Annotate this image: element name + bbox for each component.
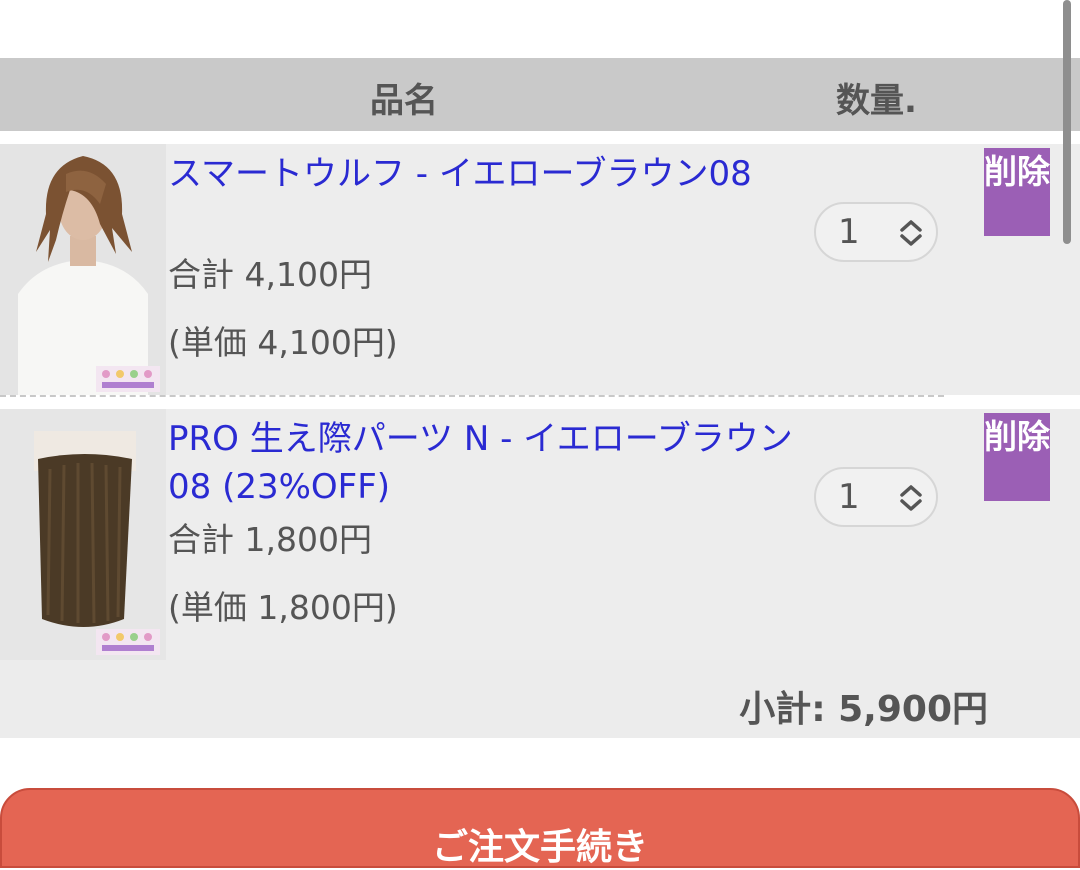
chevron-up-down-icon — [898, 483, 924, 517]
quantity-value: 1 — [838, 212, 860, 252]
column-header-quantity: 数量. — [836, 81, 917, 121]
cart-item: PRO 生え際パーツ N - イエローブラウン08 (23%OFF) 合計 1,… — [0, 409, 1080, 662]
row-divider — [0, 395, 944, 397]
quantity-value: 1 — [838, 477, 860, 517]
delete-button[interactable]: 削除 — [984, 148, 1050, 236]
quantity-select[interactable]: 1 — [814, 202, 938, 262]
column-header-name: 品名 — [370, 81, 438, 121]
chevron-up-down-icon — [898, 218, 924, 252]
product-title-link[interactable]: PRO 生え際パーツ N - イエローブラウン08 (23%OFF) — [168, 415, 808, 511]
product-image-wig[interactable] — [0, 144, 166, 395]
checkout-button[interactable]: ご注文手続き — [0, 788, 1080, 868]
product-image-hairpiece[interactable] — [0, 409, 166, 660]
cart-item: スマートウルフ - イエローブラウン08 合計 4,100円 (単価 4,100… — [0, 144, 1080, 397]
item-unit-price: (単価 4,100円) — [168, 323, 398, 362]
item-total: 合計 4,100円 — [168, 255, 372, 294]
quantity-select[interactable]: 1 — [814, 467, 938, 527]
scrollbar[interactable] — [1063, 0, 1071, 244]
product-title-link[interactable]: スマートウルフ - イエローブラウン08 — [168, 150, 808, 198]
subtotal-bar: 小計: 5,900円 — [0, 660, 1080, 738]
delete-button[interactable]: 削除 — [984, 413, 1050, 501]
item-unit-price: (単価 1,800円) — [168, 588, 398, 627]
item-total: 合計 1,800円 — [168, 520, 372, 559]
cart-table-header: 品名 数量. — [0, 58, 1080, 131]
subtotal-amount: 小計: 5,900円 — [739, 689, 988, 730]
